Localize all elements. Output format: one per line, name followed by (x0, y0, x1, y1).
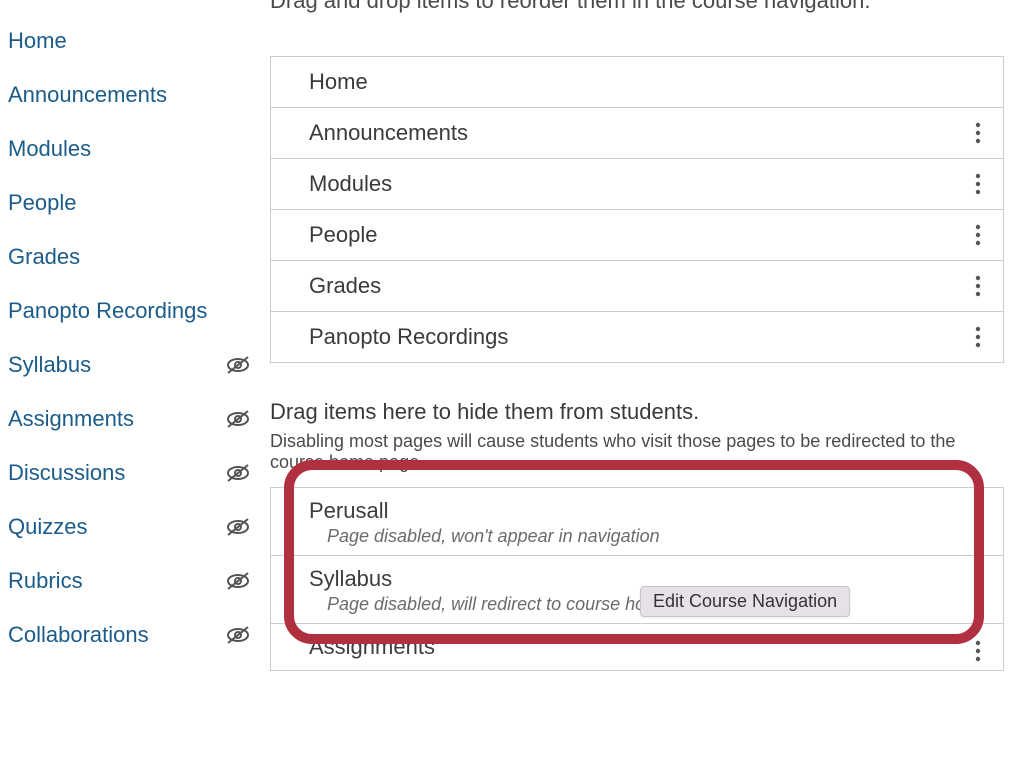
sidebar-item-assignments[interactable]: Assignments (8, 392, 270, 446)
sidebar-item-quizzes[interactable]: Quizzes (8, 500, 270, 554)
nav-row-panopto[interactable]: Panopto Recordings (271, 312, 1003, 362)
nav-row-grades[interactable]: Grades (271, 261, 1003, 312)
hidden-icon (226, 517, 250, 537)
sidebar-item-label: Assignments (8, 406, 134, 432)
kebab-icon[interactable] (975, 640, 981, 662)
hidden-section-header: Drag items here to hide them from studen… (270, 399, 1004, 425)
sidebar-item-label: Modules (8, 136, 91, 162)
hidden-icon (226, 463, 250, 483)
hidden-row-subtext: Page disabled, won't appear in navigatio… (327, 526, 660, 547)
nav-row-announcements[interactable]: Announcements (271, 108, 1003, 159)
hidden-row-label: Perusall (309, 498, 660, 524)
nav-row-modules[interactable]: Modules (271, 159, 1003, 210)
kebab-icon[interactable] (975, 326, 981, 348)
sidebar-item-label: Collaborations (8, 622, 149, 648)
sidebar-item-grades[interactable]: Grades (8, 230, 270, 284)
hidden-icon (226, 355, 250, 375)
hidden-row-perusall[interactable]: Perusall Page disabled, won't appear in … (271, 488, 1003, 556)
sidebar-item-label: Announcements (8, 82, 167, 108)
nav-row-label: Grades (309, 273, 381, 299)
kebab-icon[interactable] (975, 504, 981, 526)
sidebar-item-people[interactable]: People (8, 176, 270, 230)
kebab-icon[interactable] (975, 173, 981, 195)
sidebar-item-label: Grades (8, 244, 80, 270)
main-content: Drag and drop items to reorder them in t… (270, 0, 1024, 775)
sidebar-item-home[interactable]: Home (8, 14, 270, 68)
sidebar-item-announcements[interactable]: Announcements (8, 68, 270, 122)
course-sidebar: Home Announcements Modules People Grades… (0, 0, 270, 775)
nav-row-label: Panopto Recordings (309, 324, 508, 350)
kebab-icon[interactable] (975, 122, 981, 144)
sidebar-item-label: Quizzes (8, 514, 87, 540)
hidden-icon (226, 571, 250, 591)
sidebar-item-panopto[interactable]: Panopto Recordings (8, 284, 270, 338)
hidden-row-syllabus[interactable]: Syllabus Page disabled, will redirect to… (271, 556, 1003, 624)
sidebar-item-collaborations[interactable]: Collaborations (8, 608, 270, 662)
sidebar-item-syllabus[interactable]: Syllabus (8, 338, 270, 392)
sidebar-item-label: Home (8, 28, 67, 54)
hidden-nav-list: Perusall Page disabled, won't appear in … (270, 487, 1004, 671)
enabled-nav-list: Home Announcements Modules People (270, 56, 1004, 363)
kebab-icon[interactable] (975, 572, 981, 594)
sidebar-item-discussions[interactable]: Discussions (8, 446, 270, 500)
nav-row-people[interactable]: People (271, 210, 1003, 261)
sidebar-item-label: Panopto Recordings (8, 298, 207, 324)
sidebar-item-label: People (8, 190, 77, 216)
hidden-section-subtext: Disabling most pages will cause students… (270, 431, 1004, 473)
nav-row-label: People (309, 222, 378, 248)
sidebar-item-modules[interactable]: Modules (8, 122, 270, 176)
hidden-row-label: Assignments (309, 634, 435, 660)
nav-row-home[interactable]: Home (271, 57, 1003, 108)
sidebar-item-label: Discussions (8, 460, 125, 486)
hidden-row-assignments[interactable]: Assignments (271, 624, 1003, 670)
kebab-icon[interactable] (975, 275, 981, 297)
sidebar-item-label: Syllabus (8, 352, 91, 378)
drag-instruction: Drag and drop items to reorder them in t… (270, 0, 1004, 14)
tooltip-edit-navigation: Edit Course Navigation (640, 586, 850, 617)
sidebar-item-rubrics[interactable]: Rubrics (8, 554, 270, 608)
kebab-icon[interactable] (975, 224, 981, 246)
nav-row-label: Home (309, 69, 368, 95)
nav-row-label: Modules (309, 171, 392, 197)
sidebar-item-label: Rubrics (8, 568, 83, 594)
nav-row-label: Announcements (309, 120, 468, 146)
hidden-icon (226, 409, 250, 429)
hidden-icon (226, 625, 250, 645)
